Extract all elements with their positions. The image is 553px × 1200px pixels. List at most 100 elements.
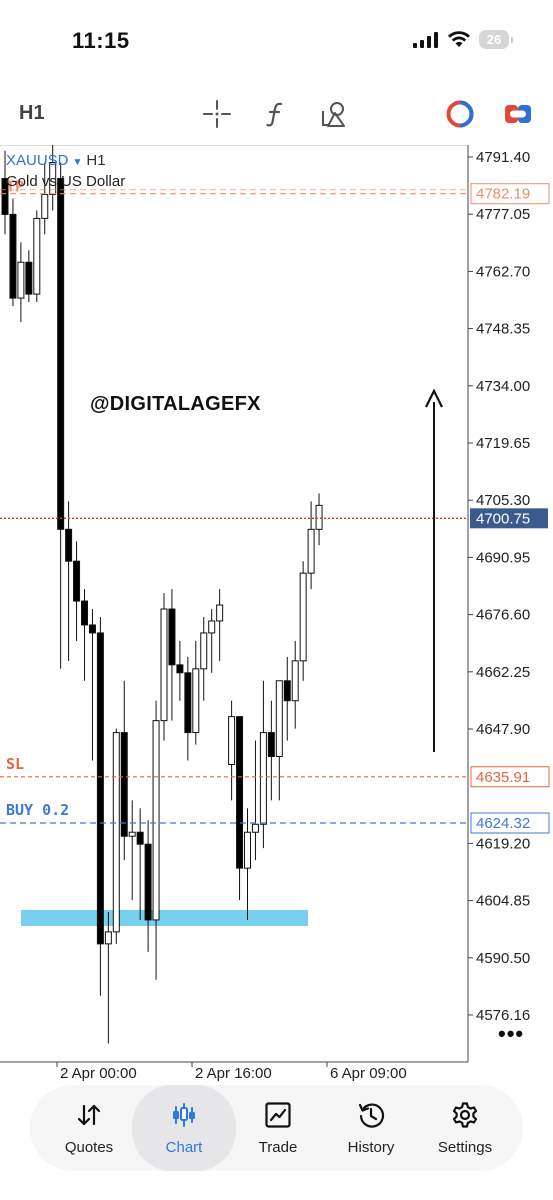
price-axis-label: 4748.35: [476, 321, 530, 338]
candle[interactable]: [236, 716, 244, 869]
candle[interactable]: [200, 632, 208, 670]
nav-history-label: History: [347, 1139, 395, 1156]
nav-history[interactable]: History: [322, 1085, 420, 1171]
symbol-header[interactable]: XAUUSD ▼ H1: [6, 152, 106, 169]
more-options-icon[interactable]: •••: [498, 1021, 524, 1047]
candle[interactable]: [88, 624, 96, 634]
cellular-signal-icon: [413, 31, 438, 48]
candle[interactable]: [176, 664, 184, 674]
candle[interactable]: [299, 572, 307, 662]
candle[interactable]: [73, 560, 81, 602]
trade-line-chart-icon: [265, 1102, 291, 1128]
candle[interactable]: [216, 604, 224, 622]
symbol-description: Gold vs US Dollar: [6, 173, 126, 190]
candle[interactable]: [65, 528, 73, 562]
candle[interactable]: [283, 680, 291, 702]
history-clock-icon: [358, 1103, 385, 1128]
bottom-navigation: Quotes Chart Trade History Settings: [30, 1085, 523, 1171]
candle[interactable]: [104, 931, 112, 945]
candle[interactable]: [17, 261, 25, 299]
candle[interactable]: [192, 668, 200, 734]
status-icons: 26: [413, 30, 513, 49]
level-price-label: 4635.91: [476, 769, 530, 786]
candle[interactable]: [208, 620, 216, 634]
candle[interactable]: [184, 672, 192, 734]
candle[interactable]: [128, 831, 136, 837]
crosshair-icon[interactable]: [201, 98, 233, 130]
level-price-label: 4624.32: [476, 815, 530, 832]
candle[interactable]: [9, 213, 17, 299]
nav-quotes[interactable]: Quotes: [40, 1085, 138, 1171]
price-axis-label: 4690.95: [476, 549, 530, 566]
candle[interactable]: [96, 632, 104, 945]
trade-toggle-icon[interactable]: [502, 98, 534, 130]
nav-chart-label: Chart: [165, 1139, 203, 1156]
price-axis-label: 4604.85: [476, 893, 530, 910]
time-axis-label: 2 Apr 16:00: [195, 1065, 272, 1082]
bid-price-label: 4700.75: [476, 510, 530, 527]
demand-zone[interactable]: [21, 909, 308, 926]
candle[interactable]: [251, 823, 259, 833]
level-price-label: 4782.19: [476, 186, 530, 203]
price-axis-label: 4590.50: [476, 950, 530, 967]
price-axis-label: 4705.30: [476, 492, 530, 509]
time-axis-label: 2 Apr 00:00: [60, 1065, 137, 1082]
candle[interactable]: [136, 831, 144, 845]
candle[interactable]: [160, 608, 168, 722]
status-time: 11:15: [72, 28, 130, 53]
price-axis-label: 4662.25: [476, 664, 530, 681]
nav-chart[interactable]: Chart: [132, 1085, 236, 1171]
candle[interactable]: [307, 528, 315, 574]
settings-gear-icon: [452, 1102, 478, 1128]
nav-settings-label: Settings: [437, 1139, 493, 1156]
chart-toolbar: H1: [0, 92, 553, 136]
indicator-function-icon[interactable]: [260, 98, 292, 130]
wifi-icon: [448, 31, 470, 47]
price-axis-label: 4719.65: [476, 435, 530, 452]
price-axis-label: 4762.70: [476, 263, 530, 280]
candle[interactable]: [168, 608, 176, 666]
level-label[interactable]: BUY 0.2: [6, 801, 69, 819]
nav-trade[interactable]: Trade: [229, 1085, 327, 1171]
candle[interactable]: [291, 660, 299, 702]
candle[interactable]: [259, 732, 267, 825]
candle[interactable]: [267, 732, 275, 758]
candle[interactable]: [144, 843, 152, 921]
objects-shapes-icon[interactable]: [318, 98, 350, 130]
candle[interactable]: [57, 178, 65, 530]
caret-down-icon[interactable]: ▼: [73, 157, 83, 168]
timeframe-selector[interactable]: H1: [19, 102, 45, 125]
nav-settings[interactable]: Settings: [416, 1085, 514, 1171]
battery-indicator: 26: [479, 30, 513, 49]
candle[interactable]: [315, 504, 323, 530]
price-axis-label: 4791.40: [476, 149, 530, 166]
price-axis-label: 4777.05: [476, 206, 530, 223]
price-axis-label: 4734.00: [476, 378, 530, 395]
candle[interactable]: [228, 716, 236, 765]
time-axis-label: 6 Apr 09:00: [330, 1065, 407, 1082]
price-axis-label: 4647.90: [476, 721, 530, 738]
price-axis-label: 4619.20: [476, 835, 530, 852]
quotes-arrows-icon: [77, 1104, 101, 1126]
chart-area[interactable]: TP 4782.19 SL 4635.91 BUY 0.2 4624.32 4700.75 …: [0, 145, 553, 1085]
candlestick-chart-icon: [173, 1103, 195, 1127]
candle[interactable]: [81, 600, 88, 626]
nav-trade-label: Trade: [258, 1139, 298, 1156]
candle[interactable]: [244, 831, 251, 869]
watermark-text: @DIGITALAGEFX: [90, 393, 261, 415]
price-chart[interactable]: TP 4782.19SL4635.91BUY 0.24624.324700.75 …: [0, 145, 553, 1085]
nav-quotes-label: Quotes: [64, 1139, 114, 1156]
price-axis-label: 4676.60: [476, 607, 530, 624]
candle[interactable]: [275, 680, 283, 758]
level-label[interactable]: SL: [6, 755, 24, 773]
candle[interactable]: [152, 720, 160, 921]
candle[interactable]: [41, 193, 49, 219]
candle[interactable]: [25, 261, 33, 295]
candle[interactable]: [120, 732, 128, 837]
symbol-name[interactable]: XAUUSD: [6, 152, 69, 169]
candle[interactable]: [33, 217, 41, 295]
one-click-trading-icon[interactable]: [444, 98, 476, 130]
candle[interactable]: [112, 732, 120, 933]
status-bar: 11:15 26: [0, 0, 553, 80]
symbol-timeframe: H1: [86, 152, 106, 169]
